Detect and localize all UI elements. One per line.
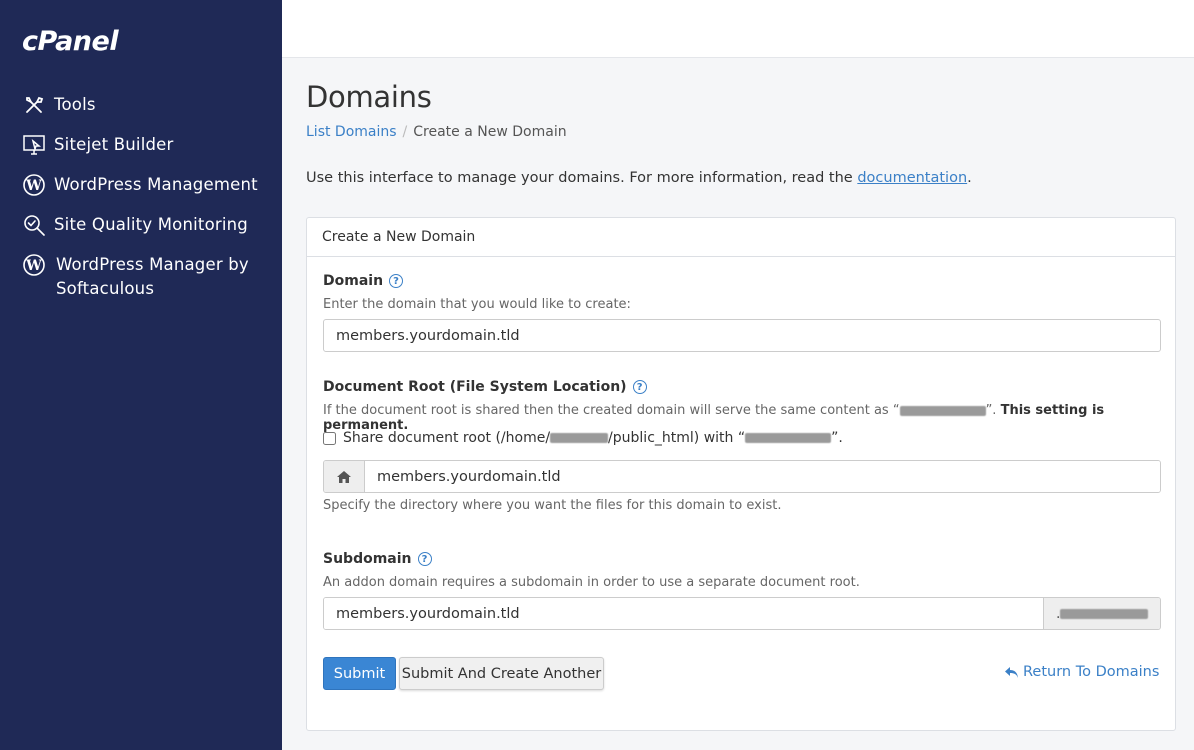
- sidebar-item-label-line2: Softaculous: [56, 279, 155, 298]
- main-content: Domains List Domains / Create a New Domain…: [282, 58, 1194, 750]
- sidebar-item-label-line1: WordPress Manager by: [56, 255, 249, 274]
- submit-and-create-another-button[interactable]: Submit And Create Another: [399, 657, 604, 690]
- docroot-label-text: Document Root (File System Location): [323, 379, 627, 395]
- magnifier-check-icon: [22, 213, 46, 237]
- sidebar-item-label: Sitejet Builder: [54, 135, 174, 154]
- sidebar-item-label: Site Quality Monitoring: [54, 215, 248, 234]
- help-icon[interactable]: ?: [389, 274, 404, 288]
- sidebar-item-tools[interactable]: Tools: [22, 93, 96, 117]
- breadcrumb-link-list-domains[interactable]: List Domains: [306, 124, 397, 140]
- sidebar-item-sitejet-builder[interactable]: Sitejet Builder: [22, 133, 173, 157]
- docroot-input-group: [323, 460, 1161, 493]
- panel-heading: Create a New Domain: [307, 218, 1175, 257]
- sitejet-icon: [22, 133, 46, 157]
- share-docroot-checkbox[interactable]: [323, 431, 336, 445]
- help-icon[interactable]: ?: [632, 380, 647, 394]
- top-bar: [282, 0, 1194, 58]
- domain-label-text: Domain: [323, 273, 384, 289]
- domain-label: Domain ?: [323, 273, 404, 289]
- docroot-hint: Specify the directory where you want the…: [323, 498, 782, 513]
- create-domain-panel: Create a New Domain Domain ? Enter the d…: [306, 217, 1176, 731]
- breadcrumb-separator: /: [402, 124, 408, 140]
- sidebar: cPanel Tools Sitejet Builder W WordPress…: [0, 0, 282, 750]
- share-docroot-prefix: Share document root (/home/: [343, 430, 551, 446]
- sidebar-item-label: Tools: [54, 95, 96, 114]
- tools-icon: [22, 93, 46, 117]
- cpanel-logo[interactable]: cPanel: [22, 26, 119, 57]
- subdomain-help: An addon domain requires a subdomain in …: [323, 575, 860, 590]
- share-docroot-row: Share document root (/home/ /public_html)…: [323, 430, 843, 446]
- redacted-username: [550, 433, 609, 443]
- sidebar-item-wordpress-management[interactable]: W WordPress Management: [22, 173, 258, 197]
- sidebar-item-label: WordPress Management: [54, 175, 258, 194]
- reply-arrow-icon: [1004, 666, 1019, 679]
- sidebar-item-label: WordPress Manager by Softaculous: [56, 253, 249, 301]
- svg-text:W: W: [25, 258, 42, 274]
- docroot-label: Document Root (File System Location) ?: [323, 379, 647, 395]
- sidebar-item-wordpress-manager-softaculous[interactable]: W WordPress Manager by Softaculous: [22, 253, 249, 301]
- redacted-domain: [745, 433, 832, 443]
- submit-button[interactable]: Submit: [323, 657, 396, 690]
- help-icon[interactable]: ?: [417, 552, 432, 566]
- breadcrumb: List Domains / Create a New Domain: [306, 124, 567, 140]
- docroot-help-suffix: ”.: [985, 403, 997, 418]
- return-to-domains-label: Return To Domains: [1023, 664, 1160, 680]
- svg-text:W: W: [25, 178, 42, 194]
- return-to-domains-link[interactable]: Return To Domains: [1004, 664, 1159, 680]
- documentation-link[interactable]: documentation: [857, 170, 967, 186]
- page-title: Domains: [306, 80, 432, 114]
- wordpress-icon: W: [22, 253, 46, 277]
- domain-help: Enter the domain that you would like to …: [323, 297, 631, 312]
- subdomain-label-text: Subdomain: [323, 551, 412, 567]
- subdomain-input[interactable]: [324, 598, 1043, 629]
- docroot-help: If the document root is shared then the …: [323, 403, 1175, 433]
- breadcrumb-current: Create a New Domain: [413, 124, 567, 140]
- subdomain-input-group: .: [323, 597, 1161, 630]
- home-icon: [324, 461, 365, 492]
- intro-prefix: Use this interface to manage your domain…: [306, 170, 858, 186]
- intro-suffix: .: [967, 170, 972, 186]
- wordpress-icon: W: [22, 173, 46, 197]
- sidebar-item-site-quality-monitoring[interactable]: Site Quality Monitoring: [22, 213, 248, 237]
- share-docroot-suffix: ”.: [831, 430, 843, 446]
- redacted-domain: [1060, 608, 1149, 619]
- subdomain-suffix-addon: .: [1043, 598, 1160, 629]
- subdomain-label: Subdomain ?: [323, 551, 432, 567]
- redacted-domain: [899, 405, 986, 416]
- domain-input[interactable]: [323, 319, 1161, 352]
- share-docroot-middle: /public_html) with “: [608, 430, 746, 446]
- docroot-input[interactable]: [365, 461, 1160, 492]
- intro-text: Use this interface to manage your domain…: [306, 170, 972, 186]
- docroot-help-prefix: If the document root is shared then the …: [323, 403, 900, 418]
